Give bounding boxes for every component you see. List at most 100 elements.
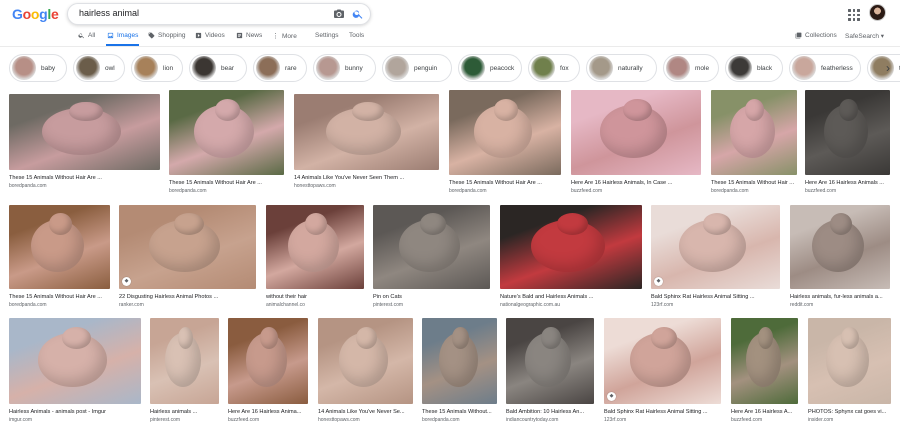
image-result[interactable]: These 15 Animals Without Hair Are ... bor…: [9, 205, 110, 308]
tab-more[interactable]: ⋮ More: [272, 32, 297, 41]
result-thumbnail[interactable]: ◆: [604, 318, 721, 404]
result-title[interactable]: Here Are 16 Hairless A...: [731, 409, 798, 416]
result-title[interactable]: 22 Disgusting Hairless Animal Photos ...: [119, 294, 256, 301]
result-source[interactable]: boredpanda.com: [9, 302, 110, 308]
result-thumbnail[interactable]: [506, 318, 594, 404]
image-result[interactable]: ◆ Bald Sphinx Rat Hairless Animal Sitting…: [604, 318, 721, 423]
result-title[interactable]: Bald Sphinx Rat Hairless Animal Sitting …: [651, 294, 780, 301]
image-result[interactable]: These 15 Animals Without... boredpanda.co…: [422, 318, 497, 423]
chip-baby[interactable]: baby: [9, 54, 67, 82]
result-thumbnail[interactable]: [422, 318, 497, 404]
result-source[interactable]: insider.com: [808, 417, 891, 423]
result-source[interactable]: buzzfeed.com: [731, 417, 798, 423]
result-title[interactable]: Nature's Bald and Hairless Animals ...: [500, 294, 642, 301]
image-result[interactable]: 14 Animals Like You've Never Seen Them .…: [294, 94, 439, 189]
result-title[interactable]: These 15 Animals Without Hair Are ...: [449, 180, 561, 187]
result-thumbnail[interactable]: [294, 94, 439, 170]
chip-bunny[interactable]: bunny: [313, 54, 376, 82]
result-source[interactable]: pinterest.com: [150, 417, 219, 423]
image-result[interactable]: These 15 Animals Without Hair Are ... bor…: [169, 90, 284, 194]
chip-black[interactable]: black: [725, 54, 783, 82]
result-source[interactable]: pinterest.com: [373, 302, 490, 308]
search-icon[interactable]: [352, 8, 364, 20]
result-source[interactable]: boredpanda.com: [422, 417, 497, 423]
tab-settings[interactable]: Settings: [315, 32, 339, 39]
result-source[interactable]: 123rf.com: [604, 417, 721, 423]
image-result[interactable]: Hairless Animals - animals post - Imgur i…: [9, 318, 141, 423]
result-source[interactable]: buzzfeed.com: [228, 417, 308, 423]
result-source[interactable]: indiancountrytoday.com: [506, 417, 594, 423]
result-source[interactable]: boredpanda.com: [711, 188, 797, 194]
image-result[interactable]: Here Are 16 Hairless A... buzzfeed.com: [731, 318, 798, 423]
result-thumbnail[interactable]: [373, 205, 490, 289]
image-result[interactable]: These 15 Animals Without Hair Are ... bor…: [449, 90, 561, 194]
google-logo[interactable]: Google: [12, 6, 59, 22]
image-result[interactable]: without their hair animalchannel.co: [266, 205, 364, 308]
image-result[interactable]: Bald Ambition: 10 Hairless An... indianco…: [506, 318, 594, 423]
result-thumbnail[interactable]: [169, 90, 284, 175]
chip-peacock[interactable]: peacock: [458, 54, 522, 82]
result-source[interactable]: reddit.com: [790, 302, 890, 308]
result-title[interactable]: Hairless animals, fur-less animals a...: [790, 294, 890, 301]
result-title[interactable]: Here Are 16 Hairless Animals, In Case ..…: [571, 180, 701, 187]
safesearch-toggle[interactable]: SafeSearch ▾: [845, 32, 884, 40]
result-source[interactable]: boredpanda.com: [9, 183, 160, 189]
image-result[interactable]: ◆ Bald Sphinx Rat Hairless Animal Sitting…: [651, 205, 780, 308]
result-title[interactable]: Bald Sphinx Rat Hairless Animal Sitting …: [604, 409, 721, 416]
result-thumbnail[interactable]: [150, 318, 219, 404]
result-title[interactable]: Hairless animals ...: [150, 409, 219, 416]
chip-mole[interactable]: mole: [663, 54, 719, 82]
result-title[interactable]: These 15 Animals Without Hair Are ...: [711, 180, 797, 187]
result-title[interactable]: These 15 Animals Without Hair Are ...: [9, 294, 110, 301]
chip-tiger[interactable]: tiger: [867, 54, 900, 82]
chip-fox[interactable]: fox: [528, 54, 580, 82]
image-result[interactable]: 14 Animals Like You've Never Se... honest…: [318, 318, 413, 423]
result-source[interactable]: buzzfeed.com: [805, 188, 890, 194]
result-title[interactable]: Hairless Animals - animals post - Imgur: [9, 409, 141, 416]
chip-bear[interactable]: bear: [189, 54, 247, 82]
chip-owl[interactable]: owl: [73, 54, 125, 82]
result-thumbnail[interactable]: [805, 90, 890, 175]
avatar[interactable]: [869, 4, 886, 21]
result-title[interactable]: Here Are 16 Hairless Animals ...: [805, 180, 890, 187]
image-result[interactable]: ◆ 22 Disgusting Hairless Animal Photos ..…: [119, 205, 256, 308]
chip-featherless[interactable]: featherless: [789, 54, 861, 82]
result-thumbnail[interactable]: [228, 318, 308, 404]
chevron-right-icon[interactable]: ›: [886, 61, 890, 75]
result-source[interactable]: honesttopaws.com: [318, 417, 413, 423]
image-result[interactable]: PHOTOS: Sphynx cat goes vi... insider.com: [808, 318, 891, 423]
result-title[interactable]: Bald Ambition: 10 Hairless An...: [506, 409, 594, 416]
collections-link[interactable]: Collections: [795, 32, 837, 39]
image-result[interactable]: These 15 Animals Without Hair Are ... bor…: [9, 94, 160, 189]
tab-shopping[interactable]: Shopping: [148, 32, 185, 39]
result-thumbnail[interactable]: [449, 90, 561, 175]
result-thumbnail[interactable]: ◆: [119, 205, 256, 289]
result-thumbnail[interactable]: [266, 205, 364, 289]
result-title[interactable]: These 15 Animals Without Hair Are ...: [9, 175, 160, 182]
image-result[interactable]: Here Are 16 Hairless Animals, In Case ..…: [571, 90, 701, 194]
result-thumbnail[interactable]: ◆: [651, 205, 780, 289]
result-title[interactable]: 14 Animals Like You've Never Seen Them .…: [294, 175, 439, 182]
image-result[interactable]: Here Are 16 Hairless Anima... buzzfeed.co…: [228, 318, 308, 423]
result-source[interactable]: nationalgeographic.com.au: [500, 302, 642, 308]
tab-all[interactable]: All: [78, 32, 95, 39]
result-source[interactable]: boredpanda.com: [169, 188, 284, 194]
result-source[interactable]: 123rf.com: [651, 302, 780, 308]
image-result[interactable]: Nature's Bald and Hairless Animals ... na…: [500, 205, 642, 308]
result-title[interactable]: These 15 Animals Without Hair Are ...: [169, 180, 284, 187]
chip-penguin[interactable]: penguin: [382, 54, 452, 82]
result-thumbnail[interactable]: [571, 90, 701, 175]
result-source[interactable]: boredpanda.com: [449, 188, 561, 194]
tab-images[interactable]: Images: [107, 32, 138, 39]
chip-naturally[interactable]: naturally: [586, 54, 657, 82]
result-thumbnail[interactable]: [9, 94, 160, 170]
result-title[interactable]: Pin on Cats: [373, 294, 490, 301]
result-title[interactable]: Here Are 16 Hairless Anima...: [228, 409, 308, 416]
image-result[interactable]: Here Are 16 Hairless Animals ... buzzfeed…: [805, 90, 890, 194]
result-source[interactable]: buzzfeed.com: [571, 188, 701, 194]
chip-rare[interactable]: rare: [253, 54, 307, 82]
image-result[interactable]: Hairless animals, fur-less animals a... r…: [790, 205, 890, 308]
result-title[interactable]: PHOTOS: Sphynx cat goes vi...: [808, 409, 891, 416]
result-thumbnail[interactable]: [9, 205, 110, 289]
tab-tools[interactable]: Tools: [349, 32, 364, 39]
